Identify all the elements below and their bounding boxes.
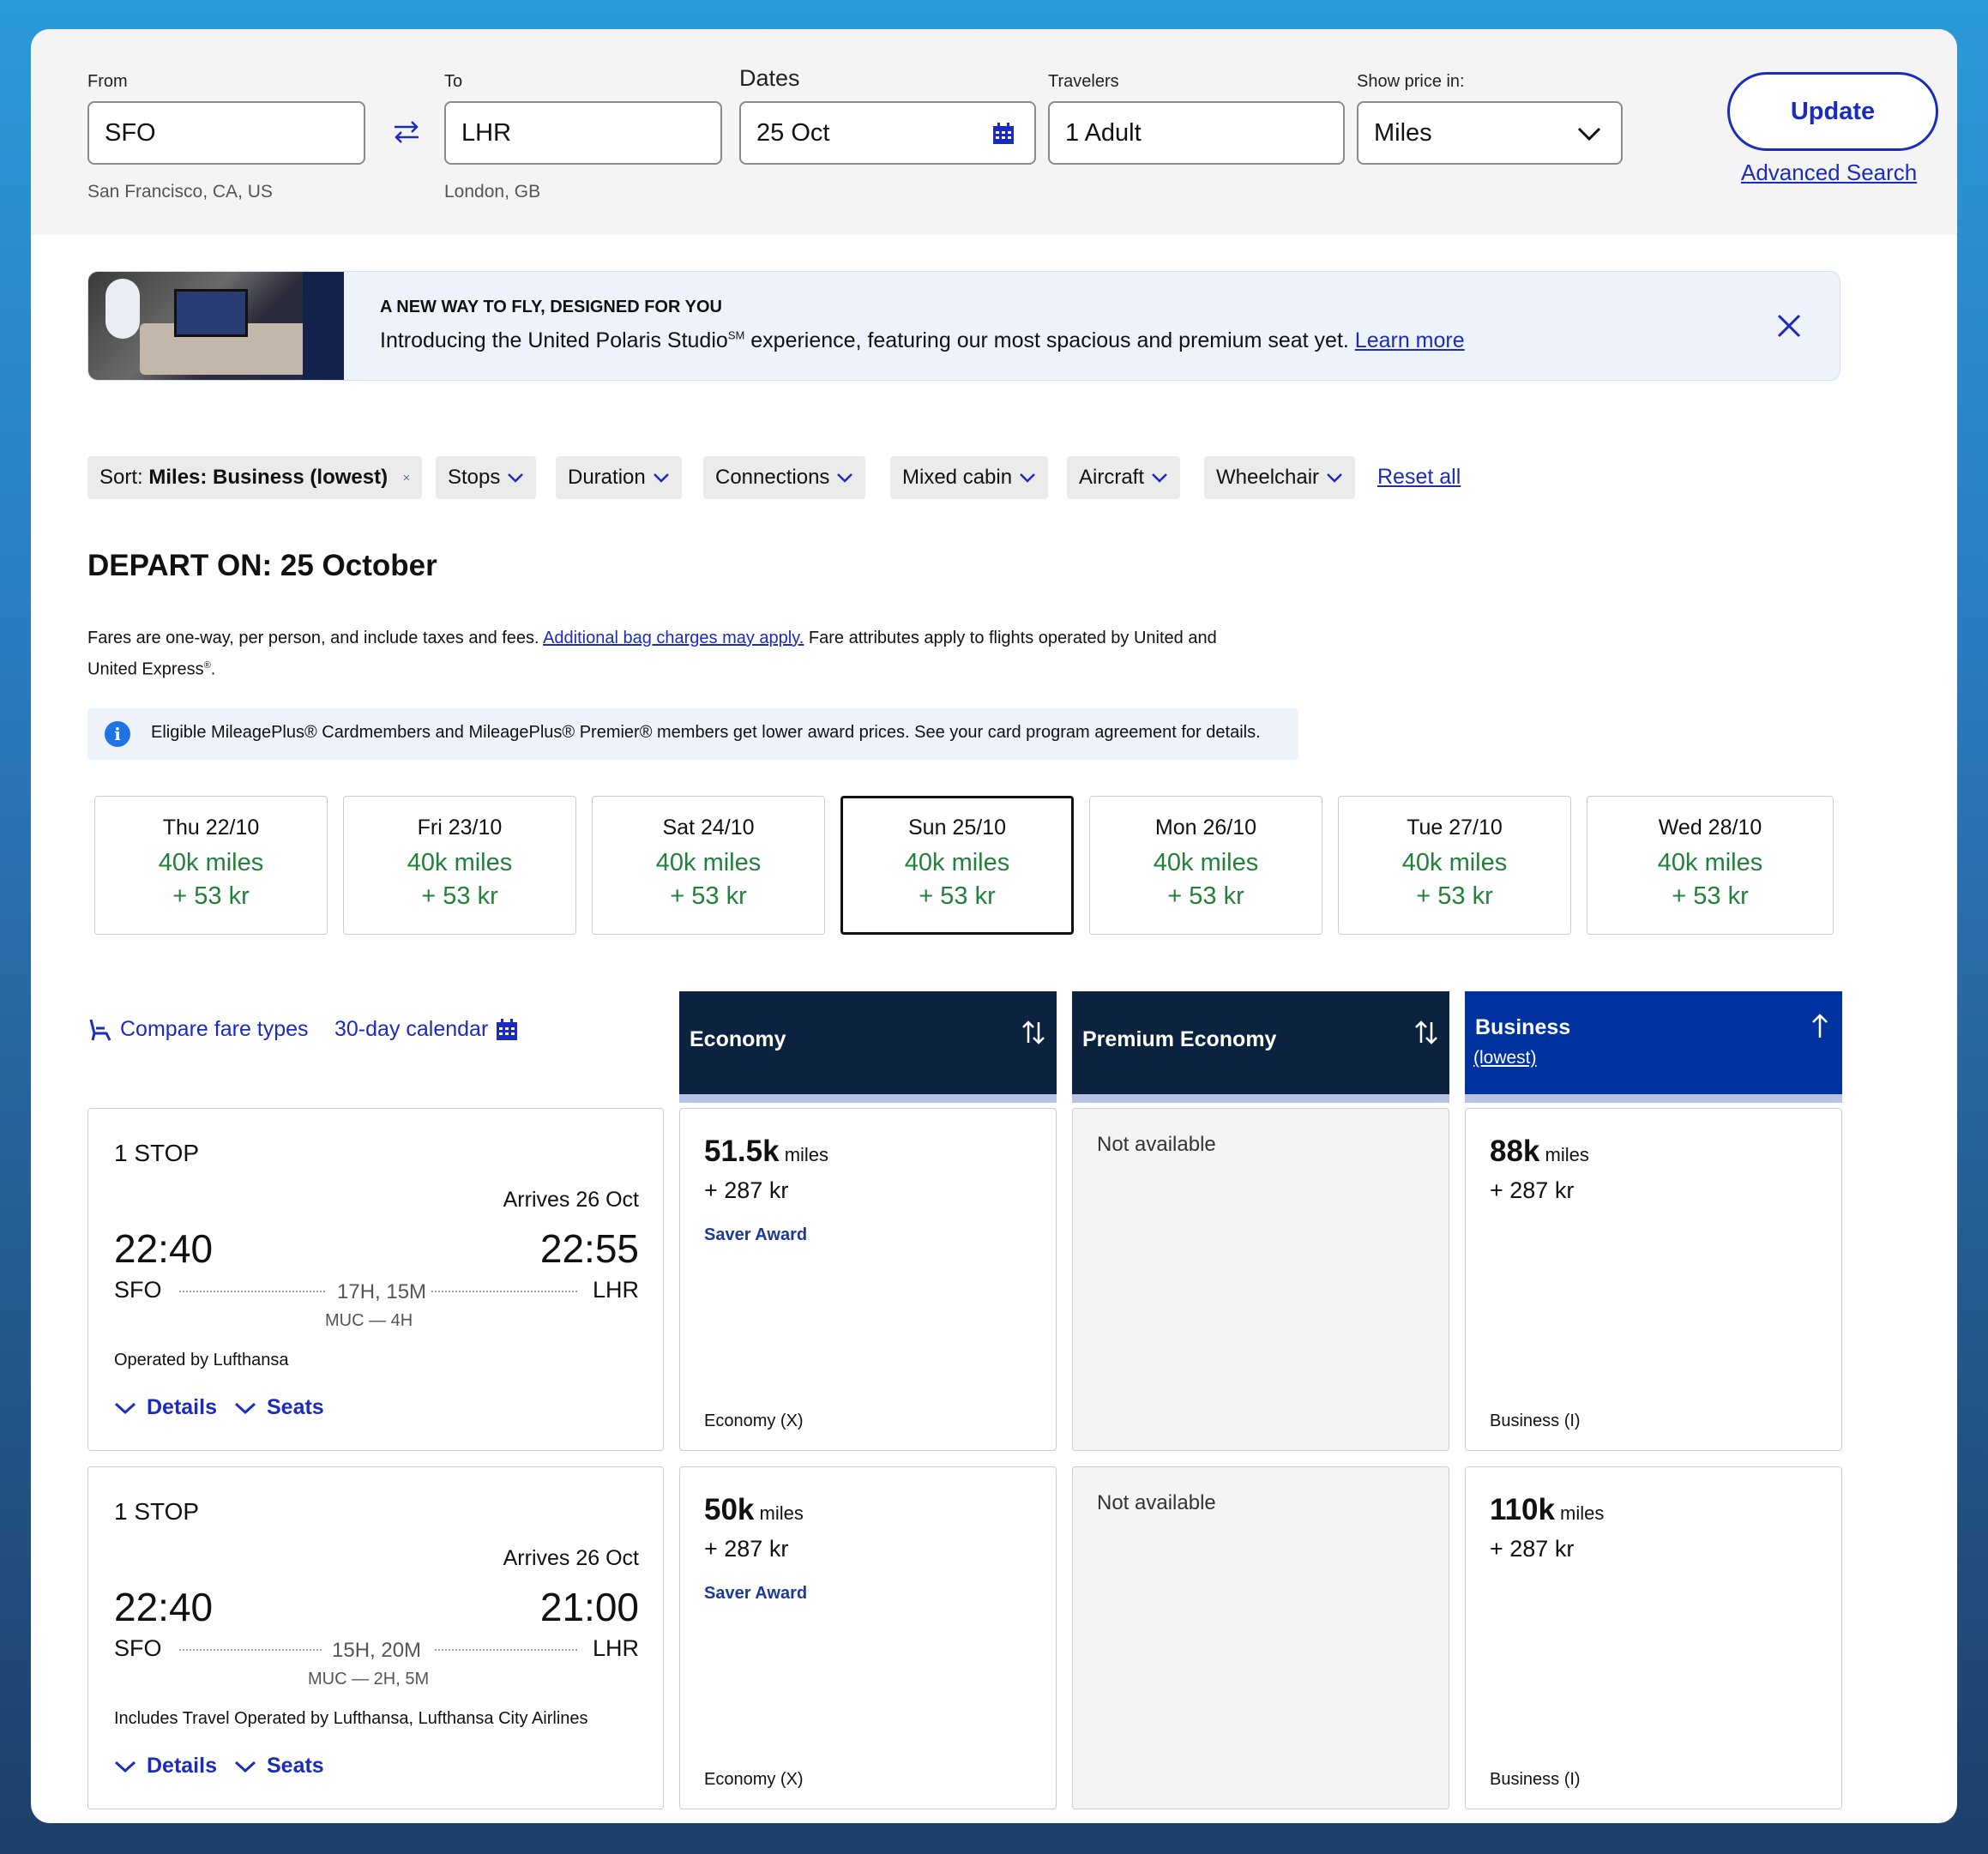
price-value: Miles — [1374, 118, 1432, 147]
from-value: SFO — [105, 118, 156, 147]
advanced-search-link[interactable]: Advanced Search — [1741, 160, 1917, 186]
date-tab[interactable]: Tue 27/10 40k miles + 53 kr — [1338, 796, 1571, 935]
chevron-down-icon — [508, 473, 524, 483]
filter-connections[interactable]: Connections — [703, 456, 866, 499]
fare-business[interactable]: 110k miles + 287 kr Business (I) — [1465, 1466, 1842, 1809]
chevron-down-icon — [1020, 473, 1035, 483]
close-icon[interactable] — [403, 468, 410, 487]
travelers-input[interactable]: 1 Adult — [1048, 101, 1345, 165]
from-input[interactable]: SFO — [87, 101, 365, 165]
sort-chip[interactable]: Sort: Miles: Business (lowest) — [87, 456, 422, 499]
banner-title: A NEW WAY TO FLY, DESIGNED FOR YOU — [380, 298, 722, 316]
filter-aircraft[interactable]: Aircraft — [1067, 456, 1181, 499]
depart-title: DEPART ON: 25 October — [87, 549, 437, 582]
swap-icon[interactable] — [389, 115, 424, 149]
close-icon[interactable] — [1775, 312, 1803, 340]
chevron-down-icon — [114, 1402, 136, 1414]
flight-card: 1 STOP Arrives 26 Oct 22:40 22:55 SFO LH… — [87, 1108, 664, 1451]
to-input[interactable]: LHR — [444, 101, 722, 165]
sort-icon — [1415, 1020, 1437, 1044]
filter-mixed-cabin[interactable]: Mixed cabin — [890, 456, 1049, 499]
fare-economy[interactable]: 51.5k miles + 287 kr Saver Award Economy… — [679, 1108, 1057, 1451]
saver-award-label: Saver Award — [704, 1584, 808, 1603]
departure-time: 22:40 — [114, 1585, 214, 1629]
chevron-down-icon — [1327, 473, 1342, 483]
info-box: i Eligible MileagePlus® Cardmembers and … — [87, 708, 1298, 760]
fare-note: Fares are one-way, per person, and inclu… — [87, 629, 1217, 679]
calendar-30-day-link[interactable]: 30-day calendar — [334, 1017, 519, 1042]
calendar-icon — [497, 1018, 518, 1040]
column-business[interactable]: Business (lowest) — [1465, 991, 1842, 1103]
to-value: LHR — [461, 118, 512, 147]
details-link[interactable]: Details — [114, 1395, 217, 1420]
price-select[interactable]: Miles — [1357, 101, 1623, 165]
date-tab[interactable]: Thu 22/10 40k miles + 53 kr — [94, 796, 328, 935]
column-economy[interactable]: Economy — [679, 991, 1057, 1103]
seats-link[interactable]: Seats — [234, 1754, 324, 1779]
chevron-down-icon — [1577, 127, 1601, 141]
chevron-down-icon — [114, 1761, 136, 1773]
learn-more-link[interactable]: Learn more — [1355, 328, 1465, 352]
calendar-icon[interactable] — [991, 122, 1015, 146]
reset-all-link[interactable]: Reset all — [1377, 465, 1461, 490]
column-premium-economy[interactable]: Premium Economy — [1072, 991, 1449, 1103]
fare-business[interactable]: 88k miles + 287 kr Business (I) — [1465, 1108, 1842, 1451]
chevron-down-icon — [234, 1761, 256, 1773]
search-bar: From SFO San Francisco, CA, US To LHR Lo… — [31, 29, 1957, 235]
travelers-label: Travelers — [1048, 72, 1119, 91]
update-button[interactable]: Update — [1727, 72, 1938, 151]
from-label: From — [87, 72, 128, 91]
date-tab[interactable]: Mon 26/10 40k miles + 53 kr — [1089, 796, 1322, 935]
banner-text: Introducing the United Polaris StudioSM … — [380, 328, 1465, 352]
arrival-time: 22:55 — [539, 1226, 639, 1271]
seat-icon — [89, 1019, 111, 1041]
chevron-down-icon — [653, 473, 669, 483]
filter-duration[interactable]: Duration — [556, 456, 682, 499]
to-label: To — [444, 72, 463, 91]
fare-premium-economy: Not available — [1072, 1466, 1449, 1809]
date-tab-selected[interactable]: Sun 25/10 40k miles + 53 kr — [840, 796, 1074, 935]
info-text: Eligible MileagePlus® Cardmembers and Mi… — [151, 723, 1261, 742]
banner-image — [88, 272, 344, 380]
filter-stops[interactable]: Stops — [436, 456, 537, 499]
date-tab[interactable]: Fri 23/10 40k miles + 53 kr — [343, 796, 576, 935]
chevron-down-icon — [837, 473, 853, 483]
sort-up-icon — [1812, 1014, 1828, 1038]
departure-time: 22:40 — [114, 1226, 214, 1271]
flight-card: 1 STOP Arrives 26 Oct 22:40 21:00 SFO LH… — [87, 1466, 664, 1809]
saver-award-label: Saver Award — [704, 1225, 808, 1244]
promo-banner: A NEW WAY TO FLY, DESIGNED FOR YOU Intro… — [87, 271, 1840, 381]
filter-wheelchair[interactable]: Wheelchair — [1204, 456, 1356, 499]
sort-icon — [1022, 1020, 1045, 1044]
dates-input[interactable]: 25 Oct — [739, 101, 1036, 165]
bag-charges-link[interactable]: Additional bag charges may apply. — [543, 629, 804, 647]
price-label: Show price in: — [1357, 72, 1465, 91]
dates-label: Dates — [739, 65, 800, 91]
chevron-down-icon — [1152, 473, 1167, 483]
dates-value: 25 Oct — [756, 118, 830, 147]
date-tab[interactable]: Wed 28/10 40k miles + 53 kr — [1587, 796, 1834, 935]
to-city: London, GB — [444, 182, 541, 202]
seats-link[interactable]: Seats — [234, 1395, 324, 1420]
compare-fare-types-link[interactable]: Compare fare types — [87, 1017, 309, 1042]
from-city: San Francisco, CA, US — [87, 182, 273, 202]
app-window: From SFO San Francisco, CA, US To LHR Lo… — [31, 29, 1957, 1823]
chevron-down-icon — [234, 1402, 256, 1414]
arrival-time: 21:00 — [539, 1585, 639, 1629]
info-icon: i — [105, 721, 130, 747]
date-tab[interactable]: Sat 24/10 40k miles + 53 kr — [592, 796, 825, 935]
details-link[interactable]: Details — [114, 1754, 217, 1779]
fare-economy[interactable]: 50k miles + 287 kr Saver Award Economy (… — [679, 1466, 1057, 1809]
travelers-value: 1 Adult — [1065, 118, 1142, 147]
fare-premium-economy: Not available — [1072, 1108, 1449, 1451]
